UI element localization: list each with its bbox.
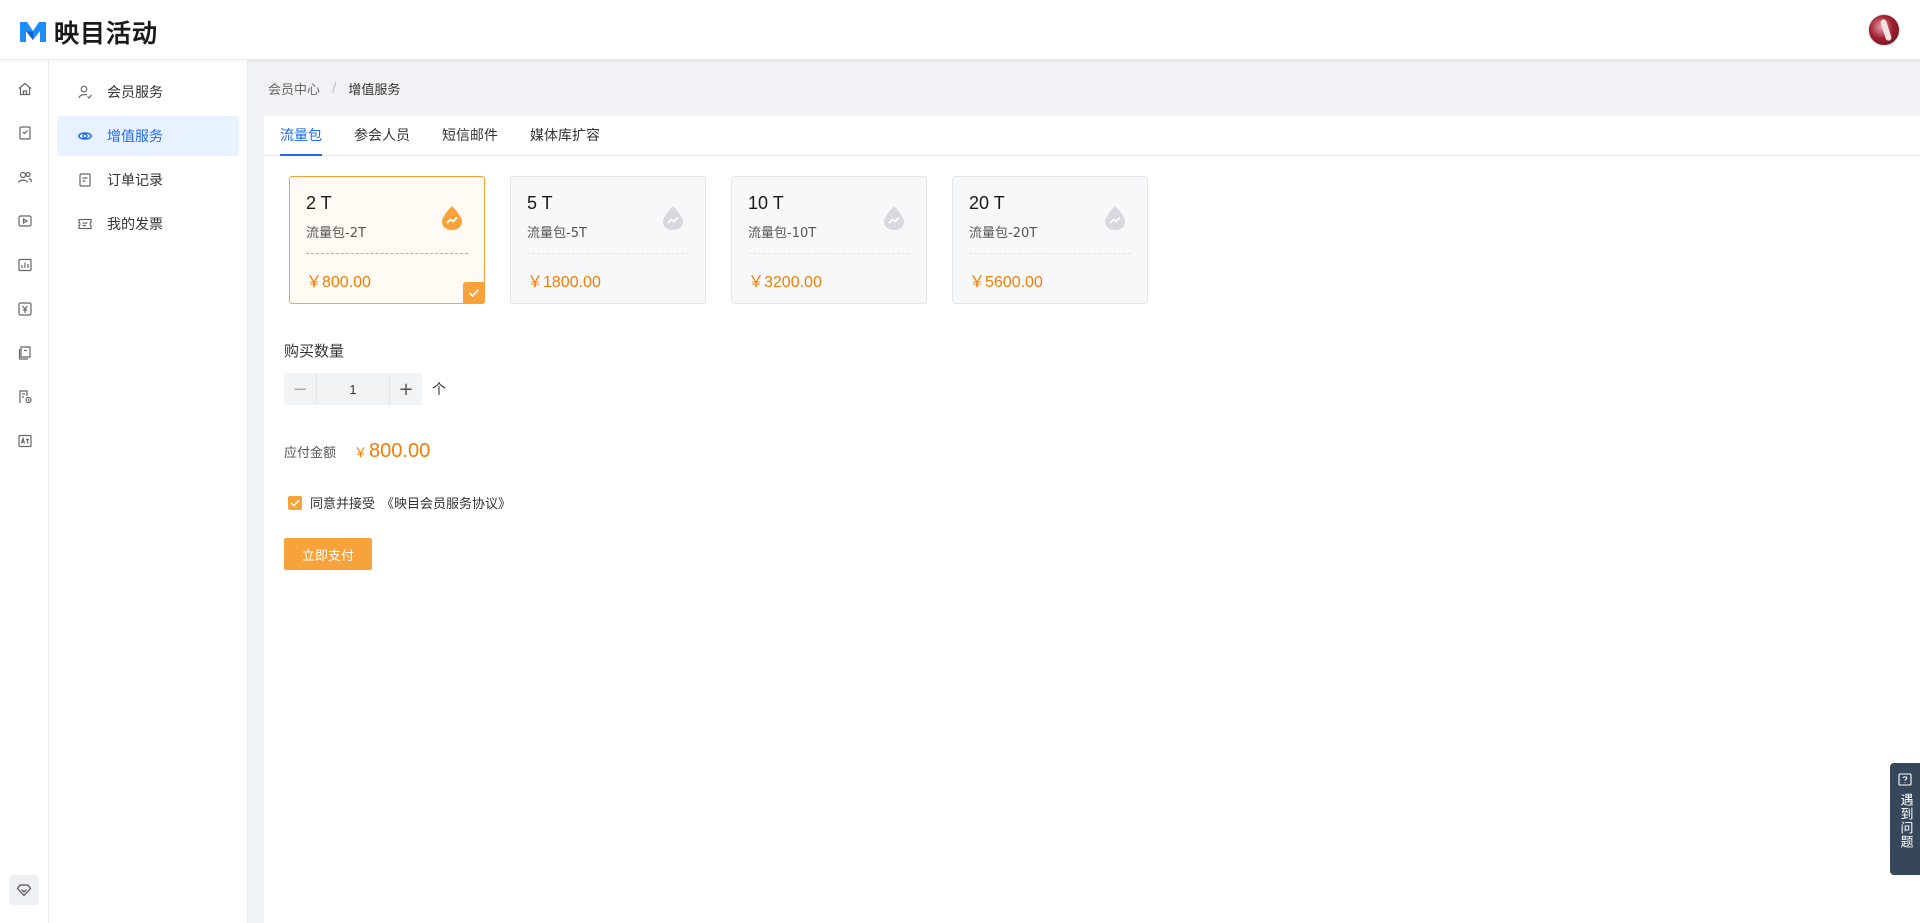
tab-attendees[interactable]: 参会人员 [354,116,410,155]
agreement-link[interactable]: 《映目会员服务协议》 [381,493,511,512]
sidebar-item-label: 会员服务 [107,85,163,101]
sidebar-item-orders[interactable]: 订单记录 [57,160,239,200]
sidebar-item-invoices[interactable]: 我的发票 [57,204,239,244]
home-icon[interactable] [16,80,34,98]
tab-bar: 流量包 参会人员 短信邮件 媒体库扩容 [264,116,1920,156]
quantity-input[interactable] [316,373,390,405]
document-icon [77,172,93,188]
pay-now-button[interactable]: 立即支付 [284,538,372,570]
main-panel: 流量包 参会人员 短信邮件 媒体库扩容 2 T 流量包-2T ￥800.00 5… [264,116,1920,923]
breadcrumb-parent[interactable]: 会员中心 [268,79,320,98]
sidebar-menu: 会员服务 增值服务 订单记录 我的发票 [49,60,248,923]
package-price: ￥5600.00 [969,274,1043,291]
certificate-icon[interactable] [16,344,34,362]
breadcrumb: 会员中心 / 增值服务 [268,79,400,98]
package-card-2t[interactable]: 2 T 流量包-2T ￥800.00 [289,176,485,304]
card-divider [306,253,468,254]
sidebar-item-member-service[interactable]: 会员服务 [57,72,239,112]
tab-sms-email[interactable]: 短信邮件 [442,116,498,155]
avatar[interactable] [1868,14,1900,46]
amount-currency: ￥ [354,446,368,461]
quantity-unit: 个 [432,382,446,398]
selected-check-icon [463,282,485,304]
tab-traffic-package[interactable]: 流量包 [280,116,322,156]
yen-icon[interactable] [16,300,34,318]
help-question-icon [1898,773,1912,786]
chart-icon[interactable] [16,256,34,274]
icon-rail [0,60,49,923]
eye-icon [77,128,93,144]
traffic-drop-icon [663,206,683,230]
agreement-checkbox[interactable] [288,495,302,510]
sidebar-item-label: 增值服务 [107,129,163,145]
users-icon[interactable] [16,168,34,186]
package-price: ￥1800.00 [527,274,601,291]
package-card-10t[interactable]: 10 T 流量包-10T ￥3200.00 [731,176,927,304]
quantity-label: 购买数量 [284,342,345,360]
diamond-icon[interactable] [9,875,39,905]
help-float-button[interactable]: 遇到问题 [1890,763,1920,875]
amount-value: 800.00 [369,440,431,462]
tab-media-expansion[interactable]: 媒体库扩容 [530,116,600,155]
amount-label: 应付金额 [284,446,337,461]
package-cards: 2 T 流量包-2T ￥800.00 5 T 流量包-5T ￥1800.00 1… [289,176,1173,304]
sidebar-item-label: 我的发票 [107,217,163,233]
card-divider [527,253,689,254]
video-icon[interactable] [16,212,34,230]
traffic-drop-icon [884,206,904,230]
agreement: 同意并接受 《映目会员服务协议》 [288,493,511,512]
breadcrumb-separator: / [332,81,337,96]
quantity-increase-button[interactable]: + [390,373,422,405]
ticket-icon [77,216,93,232]
breadcrumb-current: 增值服务 [348,83,401,98]
user-check-icon [77,84,93,100]
quantity-decrease-button[interactable]: − [284,373,316,405]
package-card-20t[interactable]: 20 T 流量包-20T ￥5600.00 [952,176,1148,304]
traffic-drop-icon [1105,206,1125,230]
package-price: ￥3200.00 [748,274,822,291]
traffic-drop-icon [442,206,462,230]
quantity-stepper: − + 个 [284,373,446,405]
package-price: ￥800.00 [306,274,371,291]
top-bar: 映目活动 [0,0,1920,60]
building-icon[interactable] [16,388,34,406]
sidebar-item-label: 订单记录 [107,173,163,189]
logo-mark-icon [20,22,46,42]
package-card-5t[interactable]: 5 T 流量包-5T ￥1800.00 [510,176,706,304]
card-divider [969,253,1131,254]
translate-icon[interactable] [16,432,34,450]
help-label: 遇到问题 [1897,793,1913,849]
app-logo[interactable]: 映目活动 [18,14,158,50]
amount-due: 应付金额 ￥ 800.00 [284,440,430,463]
sidebar-item-value-added-service[interactable]: 增值服务 [57,116,239,156]
app-name: 映目活动 [54,19,159,48]
agreement-text: 同意并接受 [310,497,376,512]
bookmark-icon[interactable] [16,124,34,142]
card-divider [748,253,910,254]
